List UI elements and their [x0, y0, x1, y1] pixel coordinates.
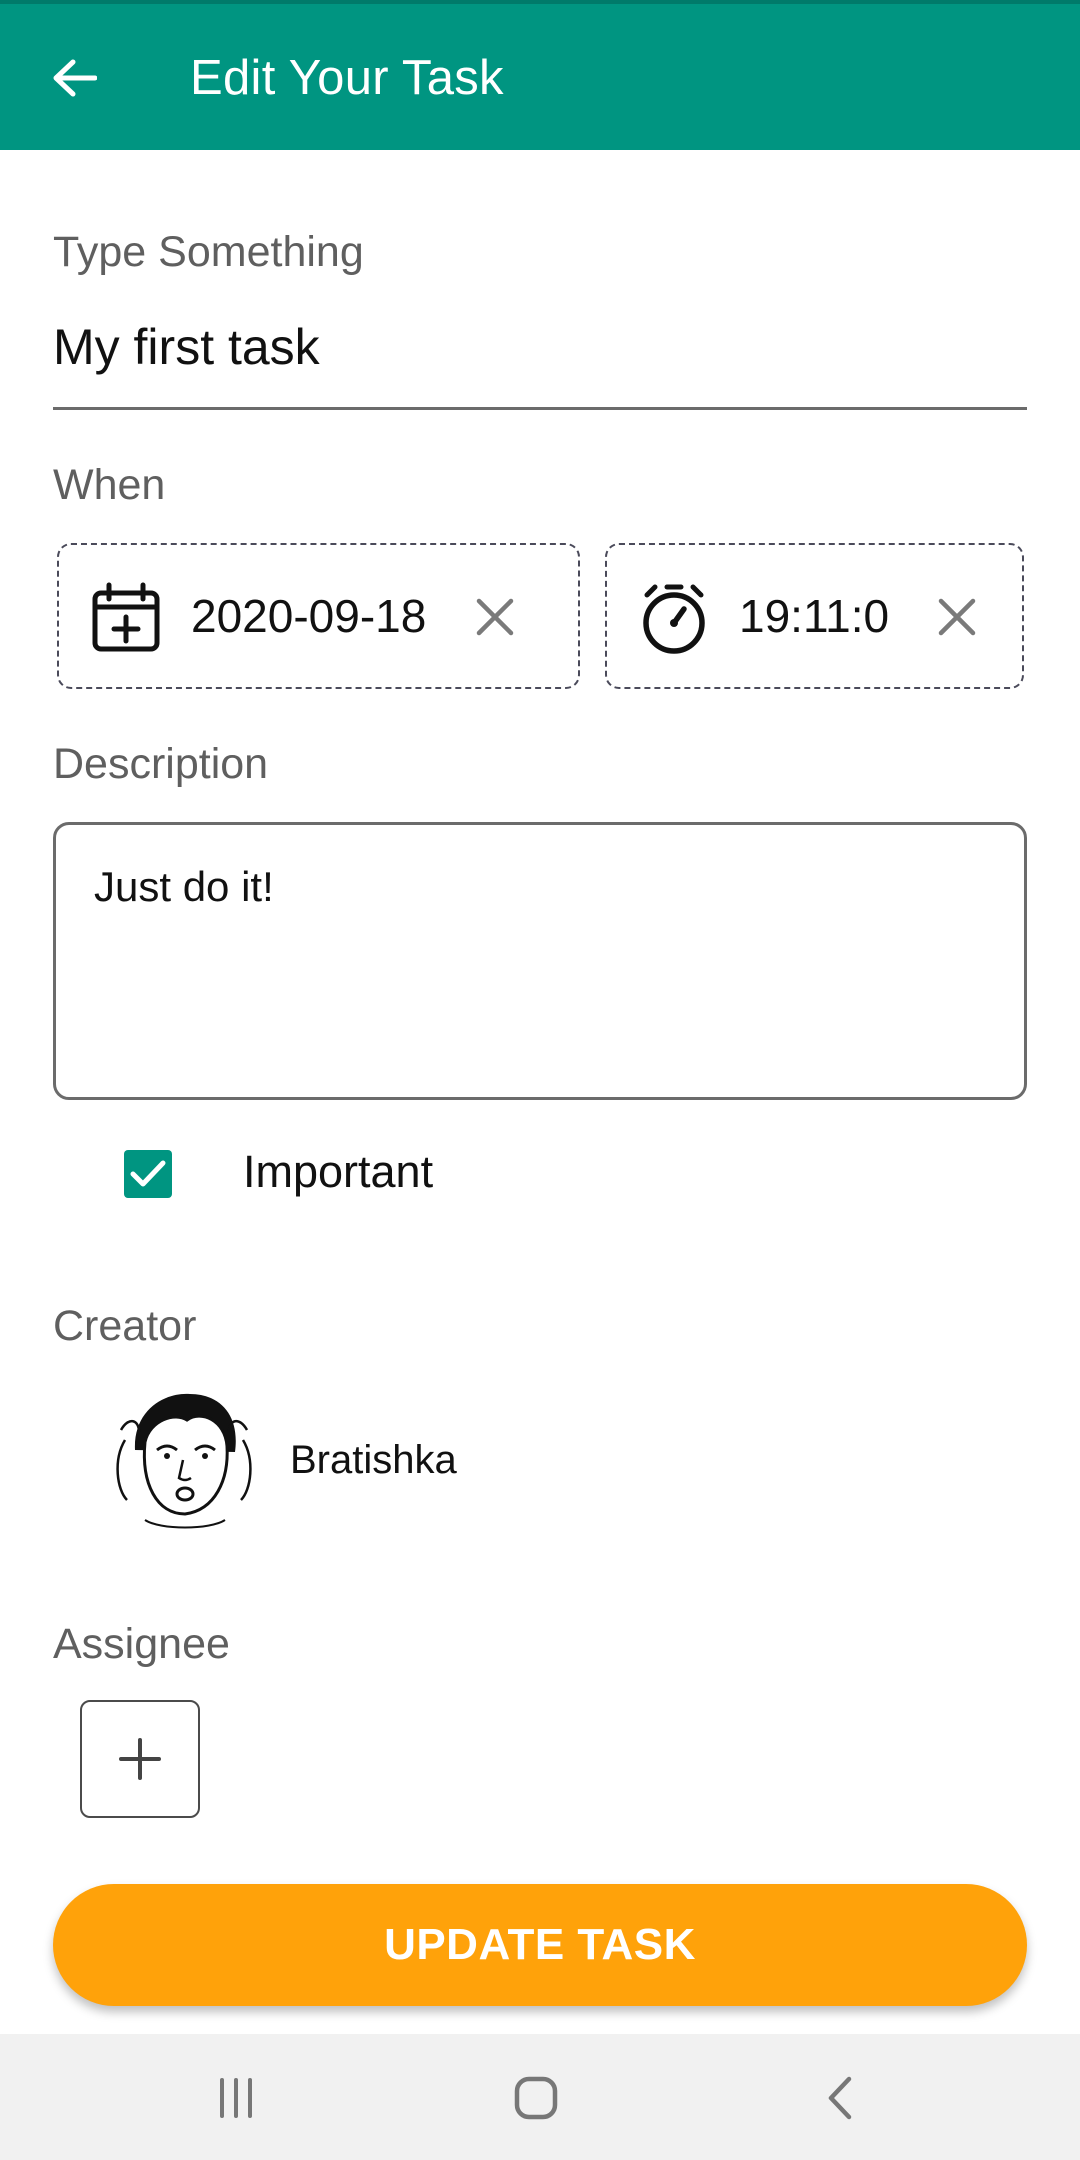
timer-icon: [643, 584, 705, 654]
clear-date-button[interactable]: [467, 589, 523, 645]
recents-icon: [220, 2078, 252, 2118]
time-value: 19:11:0: [739, 590, 890, 642]
close-icon: [938, 598, 976, 636]
avatar: [116, 1393, 252, 1529]
task-name-label: Type Something: [53, 228, 364, 276]
date-picker[interactable]: 2020-09-18: [57, 543, 580, 689]
nav-back-button[interactable]: [804, 2062, 876, 2134]
system-nav-bar: [0, 2034, 1080, 2160]
check-icon: [130, 1160, 166, 1187]
home-button[interactable]: [500, 2062, 572, 2134]
task-name-input[interactable]: My first task: [53, 318, 320, 376]
description-value: Just do it!: [94, 863, 274, 910]
date-value: 2020-09-18: [191, 590, 427, 642]
home-icon: [514, 2076, 558, 2120]
important-label: Important: [243, 1146, 434, 1197]
when-label: When: [53, 461, 166, 509]
page-title: Edit Your Task: [190, 51, 504, 105]
description-textarea[interactable]: Just do it!: [53, 822, 1027, 1100]
clear-time-button[interactable]: [929, 589, 985, 645]
time-picker[interactable]: 19:11:0: [605, 543, 1024, 689]
creator-name: Bratishka: [290, 1438, 457, 1482]
plus-icon: [119, 1738, 161, 1780]
chevron-left-icon: [828, 2076, 852, 2120]
important-checkbox[interactable]: [124, 1150, 172, 1198]
back-button[interactable]: [44, 48, 104, 108]
update-task-label: UPDATE TASK: [384, 1920, 696, 1969]
task-name-underline: [53, 407, 1027, 410]
add-assignee-button[interactable]: [80, 1700, 200, 1818]
creator-label: Creator: [53, 1302, 197, 1350]
calendar-plus-icon: [92, 582, 160, 652]
close-icon: [476, 598, 514, 636]
app-bar: Edit Your Task: [0, 0, 1080, 150]
description-label: Description: [53, 740, 269, 788]
assignee-label: Assignee: [53, 1620, 230, 1668]
arrow-left-icon: [53, 59, 97, 97]
update-task-button[interactable]: UPDATE TASK: [53, 1884, 1027, 2006]
recents-button[interactable]: [200, 2062, 272, 2134]
